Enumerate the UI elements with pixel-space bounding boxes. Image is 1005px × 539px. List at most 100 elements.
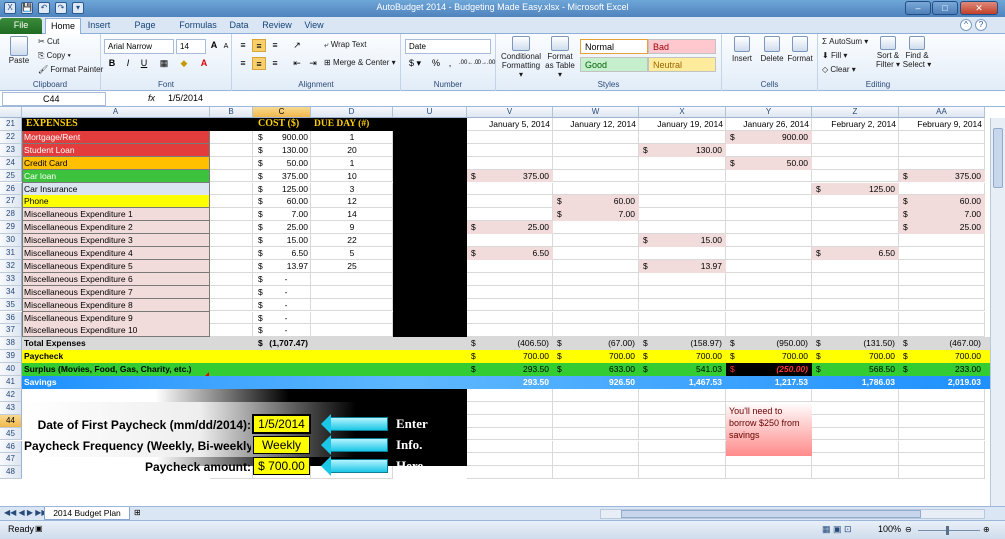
surplus-row-value[interactable]: 633.00 <box>563 363 635 376</box>
expense-cost[interactable]: - <box>264 312 308 325</box>
expense-cost[interactable]: 50.00 <box>264 157 308 170</box>
zoom-level[interactable]: 100% <box>878 524 901 534</box>
decrease-decimal-button[interactable]: .0→.00 <box>476 57 495 70</box>
italic-button[interactable]: I <box>121 57 135 70</box>
currency-button[interactable]: $ ▾ <box>405 57 425 70</box>
increase-indent-icon[interactable]: ⇥ <box>306 57 320 70</box>
tab-page-layout[interactable]: Page Layout <box>120 18 170 45</box>
expense-cost[interactable]: 375.00 <box>264 170 308 183</box>
row-header-29[interactable]: 29 <box>0 221 22 235</box>
expense-cost[interactable]: 13.97 <box>264 260 308 273</box>
scheduled-payment[interactable]: 13.97 <box>649 260 722 273</box>
percent-button[interactable]: % <box>429 57 443 70</box>
paycheck-row-value[interactable]: 700.00 <box>736 350 808 363</box>
close-button[interactable]: ✕ <box>960 1 998 15</box>
expense-due-day[interactable] <box>311 273 393 286</box>
find-select-button[interactable]: Find & Select ▾ <box>902 36 932 69</box>
total-cost-value[interactable]: (1,707.47) <box>264 337 308 350</box>
increase-decimal-button[interactable]: .00←.0 <box>459 57 478 70</box>
align-top-icon[interactable]: ≡ <box>236 39 250 52</box>
paycheck-row-value[interactable]: 700.00 <box>563 350 635 363</box>
wrap-text-button[interactable]: ⤶ Wrap Text <box>324 40 366 50</box>
surplus-row-value[interactable]: 293.50 <box>477 363 549 376</box>
paycheck-row-value[interactable]: 700.00 <box>649 350 722 363</box>
savings-row-value[interactable]: 1,467.53 <box>649 376 722 389</box>
underline-button[interactable]: U <box>137 57 151 70</box>
expense-due-day[interactable] <box>311 312 393 325</box>
scheduled-payment[interactable]: 375.00 <box>477 170 549 183</box>
paycheck-row-value[interactable]: 700.00 <box>909 350 981 363</box>
amount-input[interactable]: $ 700.00 <box>253 456 310 475</box>
fill-color-icon[interactable]: ◆ <box>177 57 191 70</box>
clear-button[interactable]: ◇ Clear ▾ <box>822 65 856 74</box>
fill-button[interactable]: ⬇ Fill ▾ <box>822 51 847 60</box>
minimize-button[interactable]: – <box>905 1 931 15</box>
format-as-table-button[interactable]: Format as Table ▾ <box>544 36 576 79</box>
font-size-box[interactable]: 14 <box>176 39 206 54</box>
column-header-U[interactable]: U <box>393 107 467 118</box>
row-header-33[interactable]: 33 <box>0 272 22 286</box>
fx-icon[interactable]: fx <box>148 93 155 103</box>
align-middle-icon[interactable]: ≡ <box>252 39 266 52</box>
tab-formulas[interactable]: Formulas <box>178 18 218 34</box>
vertical-scrollbar[interactable] <box>990 118 1005 506</box>
borders-icon[interactable]: ▦ <box>157 57 171 70</box>
frequency-input[interactable]: Weekly <box>253 435 310 454</box>
row-header-38[interactable]: 38 <box>0 337 22 351</box>
expense-due-day[interactable]: 14 <box>311 208 393 221</box>
expense-cost[interactable]: 125.00 <box>264 183 308 196</box>
row-header-37[interactable]: 37 <box>0 324 22 338</box>
expense-due-day[interactable]: 22 <box>311 234 393 247</box>
row-header-48[interactable]: 48 <box>0 466 22 480</box>
total-expenses-row-value[interactable]: (467.00) <box>909 337 981 350</box>
row-header-30[interactable]: 30 <box>0 234 22 247</box>
row-header-35[interactable]: 35 <box>0 298 22 312</box>
select-all-corner[interactable] <box>0 107 22 118</box>
expense-cost[interactable]: 900.00 <box>264 131 308 144</box>
savings-row-value[interactable]: 926.50 <box>563 376 635 389</box>
zoom-slider-thumb[interactable] <box>946 526 949 535</box>
scheduled-payment[interactable]: 125.00 <box>822 183 895 196</box>
name-box[interactable]: C44 <box>2 92 106 106</box>
style-bad[interactable]: Bad <box>648 39 716 54</box>
surplus-row-value[interactable]: 233.00 <box>909 363 981 376</box>
scheduled-payment[interactable]: 60.00 <box>563 195 635 208</box>
cut-button[interactable]: ✂ Cut <box>38 37 59 46</box>
scheduled-payment[interactable]: 50.00 <box>736 157 808 170</box>
paycheck-row-value[interactable]: 700.00 <box>477 350 549 363</box>
total-expenses-row-value[interactable]: (406.50) <box>477 337 549 350</box>
expense-cost[interactable]: 15.00 <box>264 234 308 247</box>
font-color-icon[interactable]: A <box>197 57 211 70</box>
column-header-B[interactable]: B <box>210 107 253 118</box>
row-header-25[interactable]: 25 <box>0 169 22 183</box>
shrink-font-button[interactable]: A <box>219 40 233 53</box>
expense-due-day[interactable]: 5 <box>311 247 393 260</box>
horizontal-scrollbar[interactable] <box>600 509 985 519</box>
column-header-W[interactable]: W <box>553 107 639 118</box>
expense-due-day[interactable]: 3 <box>311 183 393 196</box>
surplus-row-value[interactable]: (250.00) <box>736 363 808 376</box>
format-painter-button[interactable]: 🖌 Format Painter <box>38 65 103 74</box>
row-header-32[interactable]: 32 <box>0 259 22 273</box>
tab-home[interactable]: Home <box>45 18 81 34</box>
formula-input[interactable]: 1/5/2014 <box>168 93 203 103</box>
expense-due-day[interactable] <box>311 299 393 312</box>
decrease-indent-icon[interactable]: ⇤ <box>290 57 304 70</box>
row-header-39[interactable]: 39 <box>0 350 22 364</box>
expense-due-day[interactable]: 20 <box>311 144 393 157</box>
column-header-AA[interactable]: AA <box>899 107 985 118</box>
expense-due-day[interactable]: 25 <box>311 260 393 273</box>
row-header-40[interactable]: 40 <box>0 363 22 376</box>
copy-button[interactable]: ⎘ Copy ▾ <box>38 51 71 61</box>
expense-due-day[interactable]: 12 <box>311 195 393 208</box>
expense-due-day[interactable]: 10 <box>311 170 393 183</box>
expense-due-day[interactable]: 1 <box>311 131 393 144</box>
total-expenses-row-value[interactable]: (67.00) <box>563 337 635 350</box>
savings-row-value[interactable]: 1,217.53 <box>736 376 808 389</box>
scheduled-payment[interactable]: 25.00 <box>909 221 981 234</box>
tab-data[interactable]: Data <box>226 18 252 34</box>
orientation-icon[interactable]: ↗ <box>290 39 304 52</box>
expense-cost[interactable]: 6.50 <box>264 247 308 260</box>
scheduled-payment[interactable]: 6.50 <box>477 247 549 260</box>
scheduled-payment[interactable]: 7.00 <box>563 208 635 221</box>
